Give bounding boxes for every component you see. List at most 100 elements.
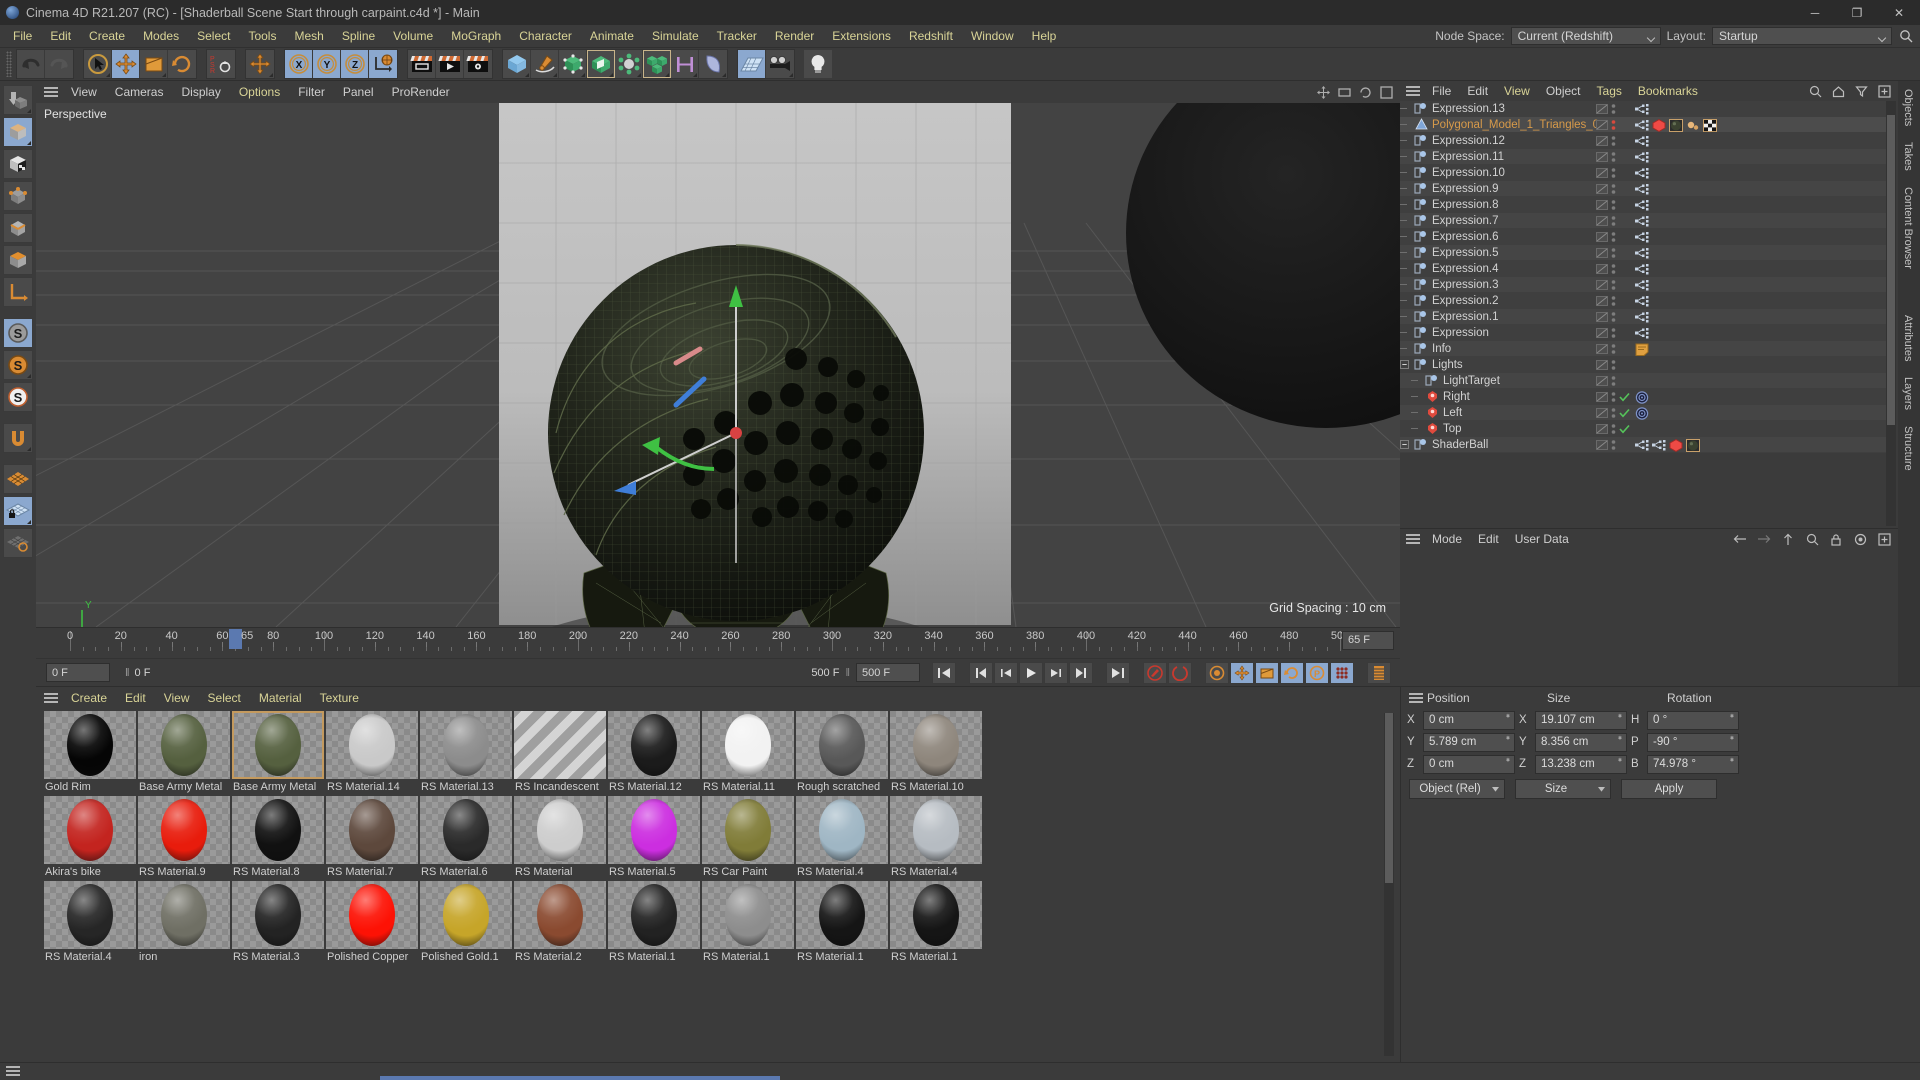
material-item[interactable]: RS Material.1 — [608, 881, 700, 964]
xpresso-node-icon[interactable] — [1635, 295, 1649, 307]
xpresso-node-icon[interactable] — [1652, 439, 1666, 451]
viewport-menu-options[interactable]: Options — [230, 81, 289, 103]
material-menu-view[interactable]: View — [155, 687, 199, 709]
lock-workplane-button[interactable] — [3, 496, 33, 526]
target-tag-icon[interactable] — [1635, 406, 1649, 420]
visibility-dots[interactable] — [1611, 263, 1616, 275]
tree-expander[interactable] — [1400, 232, 1414, 241]
layout-select[interactable]: Startup — [1712, 27, 1892, 45]
viewport-menu-view[interactable]: View — [62, 81, 106, 103]
material-thumbnail[interactable] — [890, 881, 982, 949]
viewport-menu-icon[interactable] — [44, 86, 58, 98]
material-menu-texture[interactable]: Texture — [311, 687, 368, 709]
material-grid[interactable]: Gold Rim Base Army Metal Base Army Metal R… — [44, 711, 1378, 1058]
make-editable-button[interactable] — [3, 85, 33, 115]
object-list-item[interactable]: ShaderBall — [1400, 437, 1886, 453]
object-list-item[interactable]: Expression.13 — [1400, 101, 1886, 117]
menu-redshift[interactable]: Redshift — [900, 25, 962, 48]
world-object-coordinates-button[interactable] — [369, 50, 397, 78]
material-item[interactable]: RS Material.5 — [608, 796, 700, 879]
material-item[interactable]: Polished Gold.1 — [420, 881, 512, 964]
tree-expander[interactable] — [1400, 168, 1414, 177]
material-thumbnail[interactable] — [232, 881, 324, 949]
close-button[interactable]: ✕ — [1878, 0, 1920, 25]
tree-expander[interactable] — [1411, 424, 1425, 433]
search-icon[interactable] — [1807, 83, 1823, 99]
menu-modes[interactable]: Modes — [134, 25, 188, 48]
material-item[interactable]: Base Army Metal — [138, 711, 230, 794]
object-list-item[interactable]: Expression — [1400, 325, 1886, 341]
menu-mograph[interactable]: MoGraph — [442, 25, 510, 48]
material-item[interactable]: Gold Rim — [44, 711, 136, 794]
redshift-material-icon[interactable] — [1669, 438, 1683, 452]
layer-swatch[interactable] — [1596, 280, 1608, 290]
current-frame-field[interactable]: 0 F — [46, 663, 110, 682]
material-item[interactable]: RS Material.6 — [420, 796, 512, 879]
tab-attributes[interactable]: Attributes — [1898, 307, 1918, 369]
material-item[interactable]: RS Material.3 — [232, 881, 324, 964]
rotation-key-button[interactable] — [1280, 661, 1304, 684]
material-thumbnail[interactable] — [796, 881, 888, 949]
material-thumbnail[interactable] — [420, 881, 512, 949]
layer-swatch[interactable] — [1596, 328, 1608, 338]
search-icon[interactable] — [1804, 531, 1820, 547]
menu-window[interactable]: Window — [962, 25, 1023, 48]
om-menu-edit[interactable]: Edit — [1459, 81, 1496, 101]
points-mode-button[interactable] — [3, 181, 33, 211]
visibility-dots[interactable] — [1611, 119, 1616, 131]
layer-swatch[interactable] — [1596, 168, 1608, 178]
menu-select[interactable]: Select — [188, 25, 239, 48]
size-field[interactable]: 19.107 cm ▲ ▼ — [1535, 710, 1627, 730]
node-space-select[interactable]: Current (Redshift) — [1510, 27, 1661, 45]
render-view-button[interactable] — [408, 50, 436, 78]
tab-content-browser[interactable]: Content Browser — [1898, 179, 1918, 277]
point-level-animation-button[interactable] — [1330, 661, 1354, 684]
object-list-item[interactable]: Top — [1400, 421, 1886, 437]
home-icon[interactable] — [1830, 83, 1846, 99]
material-thumbnail[interactable] — [890, 711, 982, 779]
visibility-dots[interactable] — [1611, 199, 1616, 211]
scale-tool-button[interactable] — [140, 50, 168, 78]
om-menu-tags[interactable]: Tags — [1589, 81, 1630, 101]
layer-swatch[interactable] — [1596, 408, 1608, 418]
go-to-start-button[interactable] — [932, 661, 956, 684]
material-thumbnail[interactable] — [44, 796, 136, 864]
rotation-field[interactable]: 0 ° ▲ ▼ — [1647, 710, 1739, 730]
object-list[interactable]: Expression.13 Polygonal_Model_1_Triangles… — [1400, 101, 1886, 526]
xpresso-node-icon[interactable] — [1635, 327, 1649, 339]
menu-edit[interactable]: Edit — [41, 25, 80, 48]
attr-menu-edit[interactable]: Edit — [1470, 529, 1507, 549]
xpresso-node-icon[interactable] — [1635, 119, 1649, 131]
layer-swatch[interactable] — [1596, 216, 1608, 226]
material-thumbnail[interactable] — [420, 796, 512, 864]
material-thumbnail[interactable] — [702, 881, 794, 949]
cloth-button[interactable] — [699, 50, 727, 78]
add-light-button[interactable] — [804, 50, 832, 78]
material-sphere-icon[interactable] — [1669, 118, 1683, 132]
enable-axis-button[interactable]: S — [3, 318, 33, 348]
material-item[interactable]: RS Car Paint — [702, 796, 794, 879]
material-thumbnail[interactable] — [44, 711, 136, 779]
visibility-dots[interactable] — [1611, 359, 1616, 371]
object-list-item[interactable]: Left — [1400, 405, 1886, 421]
xpresso-node-icon[interactable] — [1635, 279, 1649, 291]
attribute-menu-icon[interactable] — [1406, 533, 1420, 545]
menu-render[interactable]: Render — [766, 25, 823, 48]
go-to-previous-key-button[interactable] — [969, 661, 993, 684]
material-thumbnail[interactable] — [702, 796, 794, 864]
om-menu-bookmarks[interactable]: Bookmarks — [1630, 81, 1706, 101]
viewport-move-icon[interactable] — [1315, 84, 1331, 100]
plus-icon[interactable] — [1876, 83, 1892, 99]
visibility-dots[interactable] — [1611, 295, 1616, 307]
lock-x-button[interactable]: X — [285, 50, 313, 78]
material-item[interactable]: RS Material.12 — [608, 711, 700, 794]
material-item[interactable]: RS Material — [514, 796, 606, 879]
layer-swatch[interactable] — [1596, 120, 1608, 130]
undo-button[interactable] — [17, 50, 45, 78]
xpresso-node-icon[interactable] — [1635, 311, 1649, 323]
attr-menu-mode[interactable]: Mode — [1424, 529, 1470, 549]
xpresso-node-icon[interactable] — [1635, 263, 1649, 275]
tree-expander[interactable] — [1400, 152, 1414, 161]
layer-swatch[interactable] — [1596, 360, 1608, 370]
viewport-menu-cameras[interactable]: Cameras — [106, 81, 173, 103]
